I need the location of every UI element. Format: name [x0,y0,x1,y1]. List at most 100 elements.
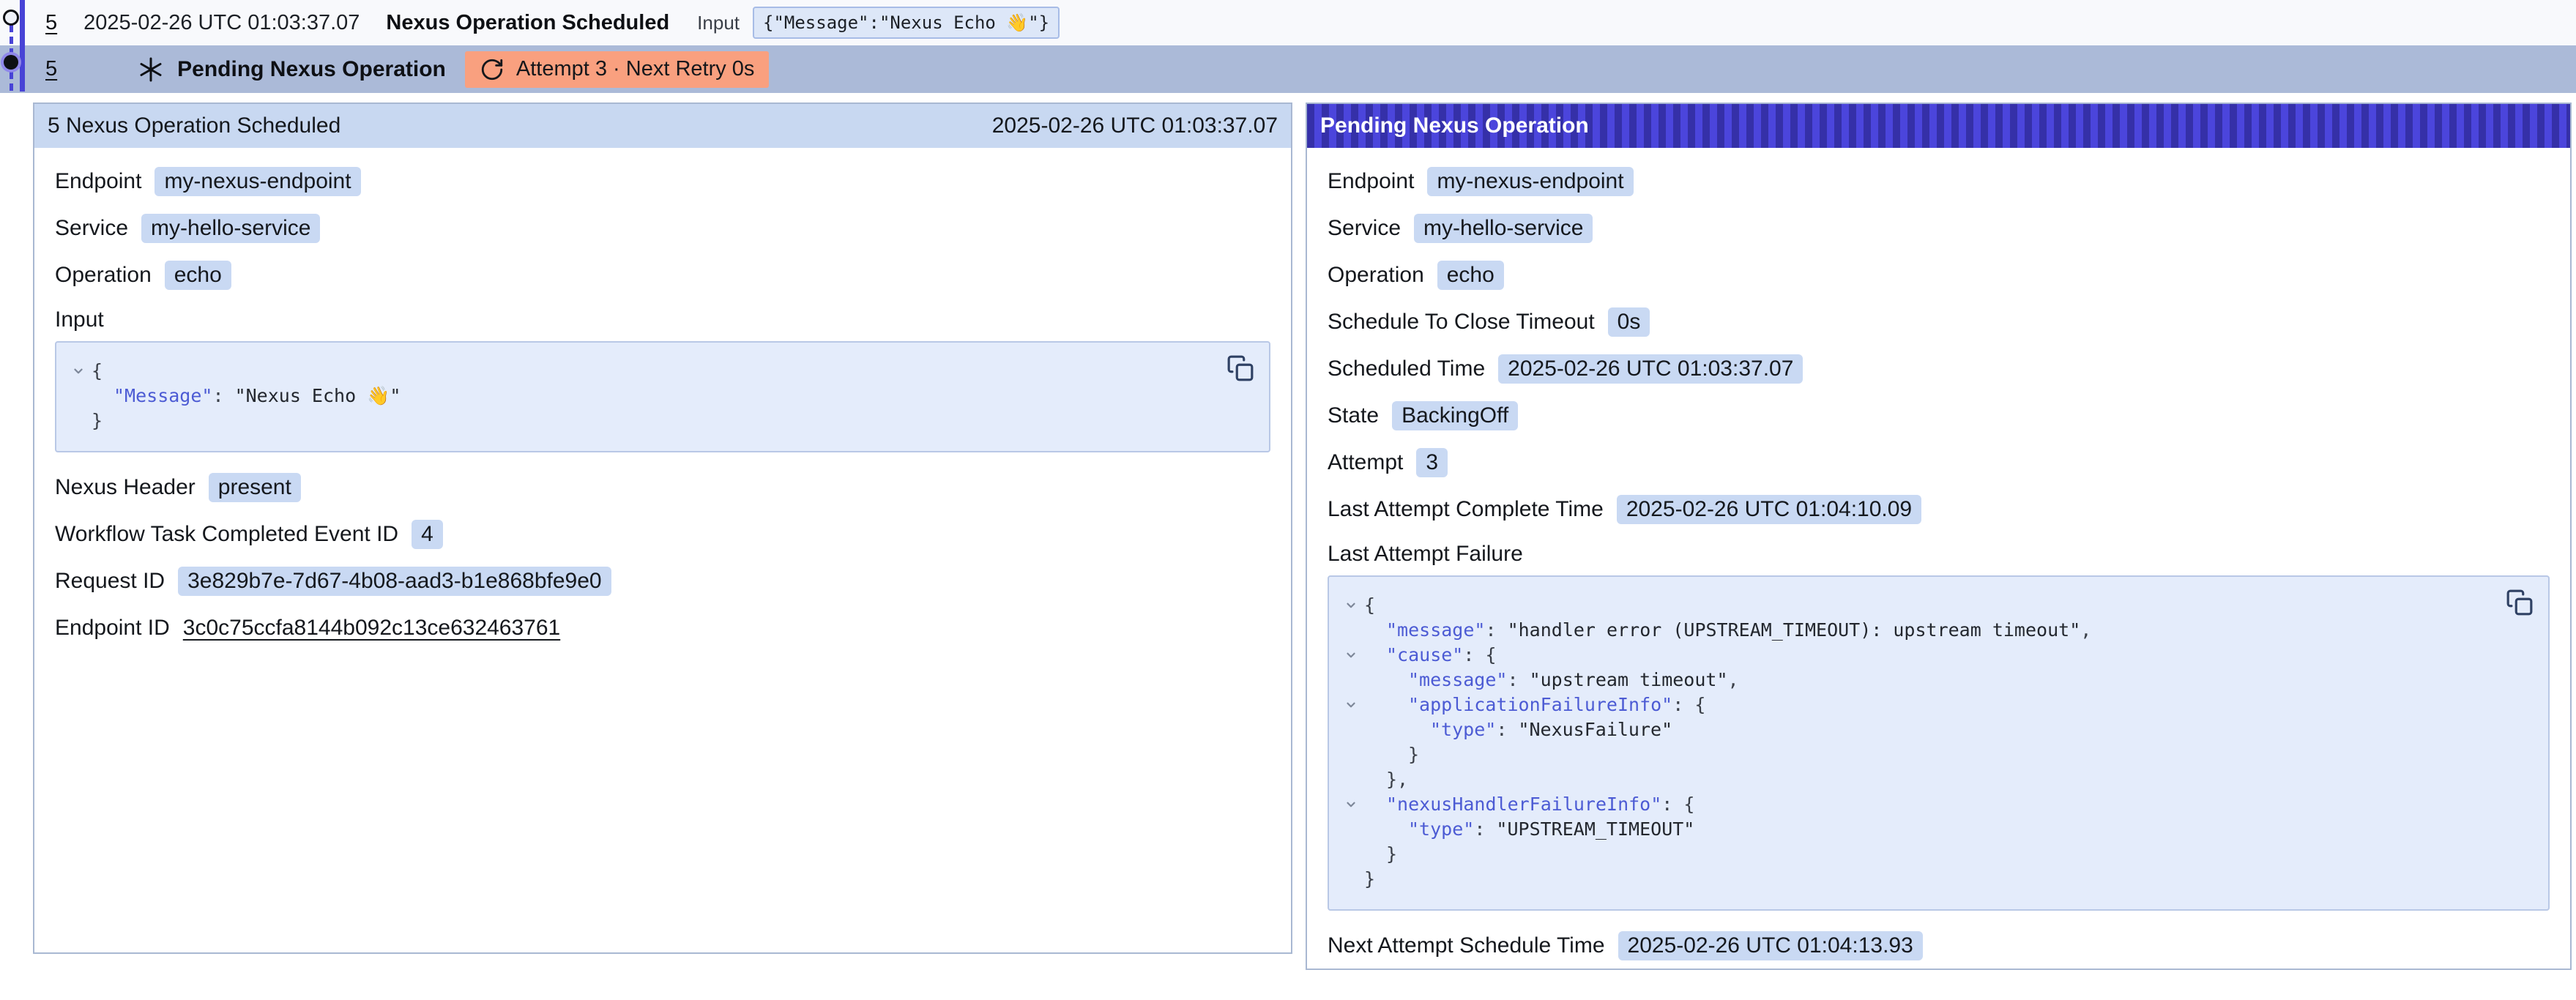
scheduled-panel-timestamp: 2025-02-26 UTC 01:03:37.07 [992,113,1278,138]
json-line: "type": "NexusFailure" [1338,717,2497,742]
json-line: } [1338,867,2497,892]
collapse-chevron-icon[interactable] [1338,599,1364,612]
field-label: Endpoint [55,169,141,194]
scheduled-panel-header: 5 Nexus Operation Scheduled 2025-02-26 U… [34,104,1291,148]
json-line: "nexusHandlerFailureInfo": { [1338,792,2497,817]
field-label: Next Attempt Schedule Time [1328,933,1605,958]
attempt-retry-badge: Attempt 3 · Next Retry 0s [465,51,770,88]
json-line: }, [1338,767,2497,792]
json-line: "message": "upstream timeout", [1338,668,2497,693]
timeline-filled-dot-icon [4,55,18,70]
pending-asterisk-icon [138,56,164,83]
field-label: Last Attempt Complete Time [1328,497,1604,522]
input-json-block: {"Message": "Nexus Echo 👋"} [55,341,1270,452]
field-value: 0s [1608,307,1650,337]
field-row: Request ID 3e829b7e-7d67-4b08-aad3-b1e86… [55,567,1270,596]
field-label: State [1328,403,1379,428]
field-row: Endpoint my-nexus-endpoint [55,167,1270,196]
copy-button[interactable] [1226,354,1254,382]
retry-icon [480,57,505,82]
event-title: Nexus Operation Scheduled [386,11,669,35]
field-row: Endpoint my-nexus-endpoint [1328,167,2550,196]
collapse-chevron-icon[interactable] [1338,798,1364,811]
json-line: "Message": "Nexus Echo 👋" [65,384,1218,408]
field-value: 3e829b7e-7d67-4b08-aad3-b1e868bfe9e0 [178,567,611,596]
field-label: Attempt [1328,450,1403,475]
event-timestamp: 2025-02-26 UTC 01:03:37.07 [83,11,360,35]
field-value: 3 [1416,448,1448,477]
timeline-pending-row[interactable]: 5 Pending Nexus Operation Attempt 3 · Ne… [0,45,2576,93]
pending-operation-panel: Pending Nexus Operation Endpoint my-nexu… [1306,102,2572,970]
copy-button[interactable] [2506,589,2534,616]
json-line: "applicationFailureInfo": { [1338,693,2497,717]
field-list: Endpoint my-nexus-endpoint Service my-he… [1328,167,2550,524]
field-label: Endpoint [1328,169,1414,194]
event-detail-panels: 5 Nexus Operation Scheduled 2025-02-26 U… [33,102,2572,970]
field-value: my-nexus-endpoint [155,167,360,196]
timeline-event-row[interactable]: 5 2025-02-26 UTC 01:03:37.07 Nexus Opera… [0,0,2576,45]
event-input-chip: {"Message":"Nexus Echo 👋"} [753,7,1060,39]
field-value: 2025-02-26 UTC 01:04:13.93 [1618,931,1923,960]
timeline-open-dot-icon [3,10,19,26]
input-json-lines: {"Message": "Nexus Echo 👋"} [65,359,1218,433]
field-row: Nexus Header present [55,473,1270,502]
pending-title: Pending Nexus Operation [177,57,446,82]
field-value: 2025-02-26 UTC 01:04:10.09 [1617,495,1921,524]
collapse-chevron-icon[interactable] [1338,698,1364,712]
field-value: 4 [412,520,443,549]
json-line: { [65,359,1218,384]
field-row: Operation echo [1328,261,2550,290]
field-row: Endpoint ID 3c0c75ccfa8144b092c13ce63246… [55,613,1270,643]
field-label: Request ID [55,569,165,594]
field-label: Service [1328,216,1401,241]
scheduled-panel-title: 5 Nexus Operation Scheduled [48,113,340,138]
pending-panel-title: Pending Nexus Operation [1320,113,1589,138]
field-value: 2025-02-26 UTC 01:03:37.07 [1498,354,1803,384]
field-row: State BackingOff [1328,401,2550,430]
field-value: echo [165,261,231,290]
field-list: Nexus Header present Workflow Task Compl… [55,473,1270,643]
field-label: Nexus Header [55,475,196,500]
scheduled-panel-body: Endpoint my-nexus-endpoint Service my-he… [34,148,1291,682]
pending-panel-body: Endpoint my-nexus-endpoint Service my-he… [1307,148,2570,1000]
json-line: { [1338,593,2497,618]
field-value-link[interactable]: 3c0c75ccfa8144b092c13ce632463761 [183,613,560,643]
json-line: "type": "UPSTREAM_TIMEOUT" [1338,817,2497,842]
field-label: Service [55,216,128,241]
field-value: my-nexus-endpoint [1427,167,1633,196]
pending-panel-header: Pending Nexus Operation [1307,104,2570,148]
failure-section-label: Last Attempt Failure [1328,542,2550,567]
field-value: BackingOff [1392,401,1518,430]
timeline-rail-bar [20,0,25,92]
failure-json-block: {"message": "handler error (UPSTREAM_TIM… [1328,575,2550,911]
json-line: } [65,408,1218,433]
scheduled-event-panel: 5 Nexus Operation Scheduled 2025-02-26 U… [33,102,1292,954]
field-row: Last Attempt Complete Time 2025-02-26 UT… [1328,495,2550,524]
json-line: } [1338,842,2497,867]
field-value: present [209,473,301,502]
event-id-link[interactable]: 5 [45,11,57,35]
field-list: Endpoint my-nexus-endpoint Service my-he… [55,167,1270,290]
field-row: Workflow Task Completed Event ID 4 [55,520,1270,549]
json-line: "cause": { [1338,643,2497,668]
pending-id-link[interactable]: 5 [45,57,57,81]
field-list: Next Attempt Schedule Time 2025-02-26 UT… [1328,931,2550,960]
field-row: Operation echo [55,261,1270,290]
attempt-retry-text: Attempt 3 · Next Retry 0s [516,57,755,81]
field-row: Service my-hello-service [55,214,1270,243]
field-row: Scheduled Time 2025-02-26 UTC 01:03:37.0… [1328,354,2550,384]
field-label: Operation [1328,263,1424,288]
field-value: echo [1437,261,1504,290]
collapse-chevron-icon[interactable] [1338,649,1364,662]
field-row: Service my-hello-service [1328,214,2550,243]
json-line: } [1338,742,2497,767]
field-value: my-hello-service [1414,214,1593,243]
collapse-chevron-icon[interactable] [65,365,92,378]
json-line: "message": "handler error (UPSTREAM_TIME… [1338,618,2497,643]
field-label: Operation [55,263,152,288]
field-row: Schedule To Close Timeout 0s [1328,307,2550,337]
copy-icon [1226,354,1254,382]
field-label: Endpoint ID [55,616,170,641]
field-label: Schedule To Close Timeout [1328,310,1595,335]
field-row: Attempt 3 [1328,448,2550,477]
